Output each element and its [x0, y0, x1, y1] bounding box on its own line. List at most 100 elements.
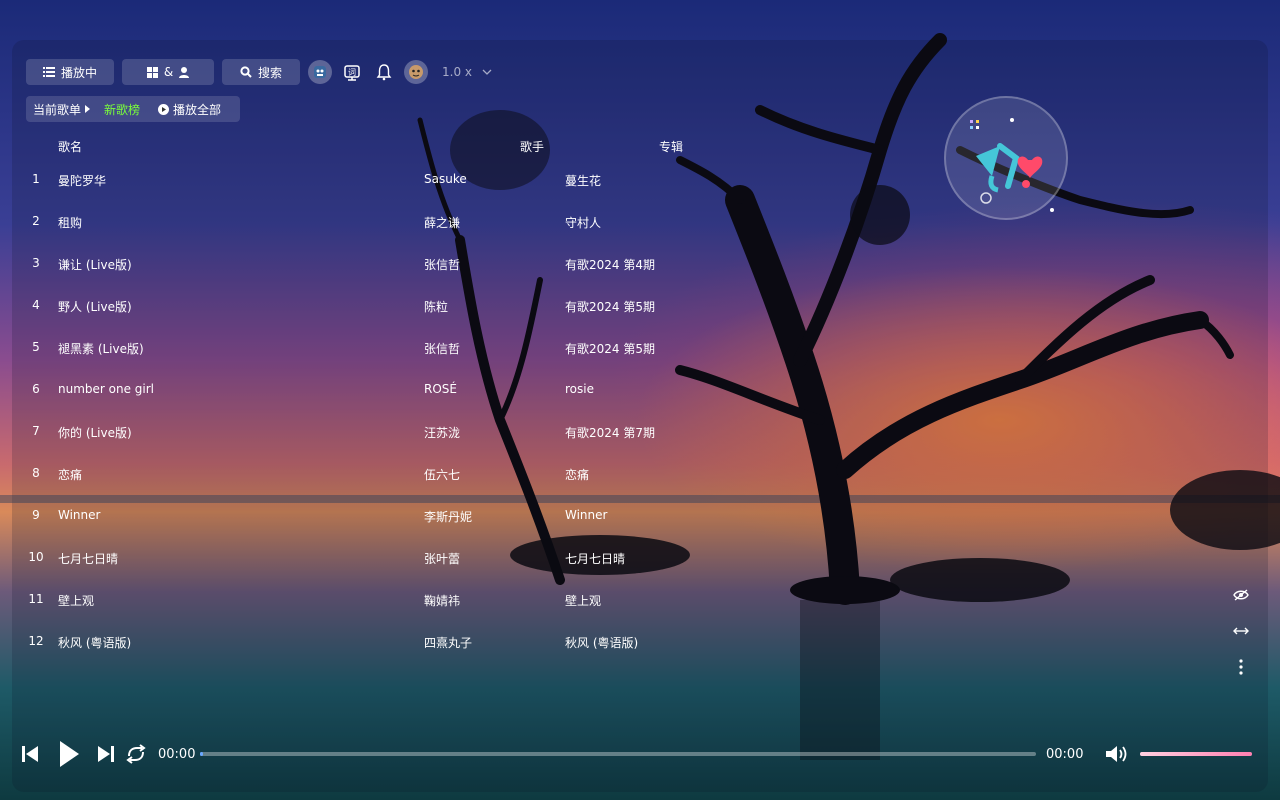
current-playlist-toggle[interactable]: 当前歌单	[26, 101, 91, 118]
volume-icon	[1106, 746, 1127, 762]
song-album[interactable]: 七月七日晴	[565, 550, 625, 567]
search-label: 搜索	[257, 65, 282, 80]
song-row[interactable]: 11 壁上观 鞠婧祎 壁上观	[0, 578, 1280, 620]
song-name: Winner	[58, 508, 101, 522]
song-name: 你的 (Live版)	[58, 426, 132, 440]
song-artist[interactable]: Sasuke	[424, 172, 467, 186]
song-album[interactable]: 恋痛	[565, 466, 589, 483]
volume-button[interactable]	[1104, 744, 1130, 764]
song-artist[interactable]: 四熹丸子	[424, 634, 472, 651]
song-album[interactable]: 有歌2024 第7期	[565, 424, 655, 441]
song-index: 1	[32, 172, 40, 186]
repeat-icon	[126, 744, 146, 764]
play-all-label: 播放全部	[173, 102, 222, 117]
play-icon	[60, 741, 79, 767]
song-row[interactable]: 2 租购 薛之谦 守村人	[0, 200, 1280, 242]
song-list: 1 曼陀罗华 Sasuke 蔓生花 2 租购 薛之谦 守村人 3 谦让 (Live版) 张信哲 有歌2…	[0, 158, 1280, 680]
song-row[interactable]: 10 七月七日晴 张叶蕾 七月七日晴	[0, 536, 1280, 578]
avatar-button[interactable]	[308, 60, 332, 84]
previous-button[interactable]	[18, 744, 42, 764]
song-artist[interactable]: ROSÉ	[424, 382, 457, 396]
song-name: 褪黑素 (Live版)	[58, 342, 144, 356]
progress-slider[interactable]	[200, 752, 1036, 756]
song-index: 11	[28, 592, 44, 606]
song-artist[interactable]: 张叶蕾	[424, 550, 460, 567]
song-name: 租购	[58, 216, 83, 230]
song-row[interactable]: 4 野人 (Live版) 陈粒 有歌2024 第5期	[0, 284, 1280, 326]
song-artist[interactable]: 陈粒	[424, 298, 448, 315]
swap-horizontal-icon	[1233, 627, 1249, 635]
song-row[interactable]: 6 number one girl ROSÉ rosie	[0, 368, 1280, 410]
song-artist[interactable]: 张信哲	[424, 256, 460, 273]
next-button[interactable]	[94, 744, 118, 764]
column-header-artist: 歌手	[520, 140, 545, 154]
song-album[interactable]: 蔓生花	[565, 172, 601, 189]
song-index: 8	[32, 466, 40, 480]
song-album[interactable]: 有歌2024 第5期	[565, 340, 655, 357]
column-header-name: 歌名	[58, 140, 83, 154]
song-row[interactable]: 7 你的 (Live版) 汪苏泷 有歌2024 第7期	[0, 410, 1280, 452]
svg-text:词: 词	[348, 68, 356, 77]
total-time: 00:00	[1046, 746, 1084, 762]
list-icon	[42, 67, 55, 77]
volume-fill	[1140, 752, 1252, 756]
mascot-icon	[409, 65, 423, 79]
song-row[interactable]: 12 秋风 (粤语版) 四熹丸子 秋风 (粤语版)	[0, 620, 1280, 662]
song-name: 七月七日晴	[58, 552, 119, 566]
lyrics-button[interactable]: 词	[340, 60, 364, 84]
player-bar: 00:00 00:00	[18, 738, 1262, 770]
song-album[interactable]: 秋风 (粤语版)	[565, 634, 638, 651]
skip-next-icon	[98, 746, 114, 762]
avatar-icon	[314, 66, 326, 78]
active-playlist[interactable]: 新歌榜	[104, 101, 140, 118]
library-user-button[interactable]: &	[122, 59, 214, 85]
song-album[interactable]: rosie	[565, 382, 594, 396]
song-album[interactable]: Winner	[565, 508, 607, 522]
playback-speed-selector[interactable]: 1.0 x	[442, 65, 492, 79]
song-row[interactable]: 1 曼陀罗华 Sasuke 蔓生花	[0, 158, 1280, 200]
song-list-header: 歌名 歌手 专辑	[0, 138, 1280, 154]
song-index: 2	[32, 214, 40, 228]
song-album[interactable]: 有歌2024 第4期	[565, 256, 655, 273]
mascot-button[interactable]	[404, 60, 428, 84]
swap-layout-button[interactable]	[1230, 620, 1252, 642]
repeat-button[interactable]	[124, 744, 148, 764]
library-label: &	[163, 65, 174, 79]
play-all-button[interactable]: 播放全部	[158, 101, 221, 118]
song-artist[interactable]: 薛之谦	[424, 214, 460, 231]
more-vertical-icon	[1239, 659, 1243, 675]
song-row[interactable]: 5 褪黑素 (Live版) 张信哲 有歌2024 第5期	[0, 326, 1280, 368]
now-playing-button[interactable]: 播放中	[26, 59, 114, 85]
song-index: 12	[28, 634, 44, 648]
search-button[interactable]: 搜索	[222, 59, 300, 85]
song-album[interactable]: 壁上观	[565, 592, 601, 609]
song-artist[interactable]: 汪苏泷	[424, 424, 460, 441]
song-artist[interactable]: 鞠婧祎	[424, 592, 460, 609]
notification-button[interactable]	[372, 60, 396, 84]
song-index: 7	[32, 424, 40, 438]
song-name: 秋风 (粤语版)	[58, 636, 132, 650]
song-row[interactable]: 8 恋痛 伍六七 恋痛	[0, 452, 1280, 494]
hide-lyrics-button[interactable]	[1230, 584, 1252, 606]
skip-previous-icon	[22, 746, 38, 762]
song-album[interactable]: 守村人	[565, 214, 601, 231]
more-options-button[interactable]	[1230, 656, 1252, 678]
song-name: number one girl	[58, 382, 155, 396]
song-index: 5	[32, 340, 40, 354]
column-header-album: 专辑	[659, 140, 684, 154]
song-row[interactable]: 9 Winner 李斯丹妮 Winner	[0, 494, 1280, 536]
volume-slider[interactable]	[1140, 752, 1252, 756]
song-artist[interactable]: 张信哲	[424, 340, 460, 357]
song-row[interactable]: 3 谦让 (Live版) 张信哲 有歌2024 第4期	[0, 242, 1280, 284]
song-index: 3	[32, 256, 40, 270]
song-index: 4	[32, 298, 40, 312]
song-album[interactable]: 有歌2024 第5期	[565, 298, 655, 315]
app-logo[interactable]	[944, 96, 1068, 220]
chevron-down-icon	[482, 69, 492, 75]
song-artist[interactable]: 伍六七	[424, 466, 460, 483]
song-index: 6	[32, 382, 40, 396]
song-artist[interactable]: 李斯丹妮	[424, 508, 472, 525]
play-button[interactable]	[52, 740, 86, 768]
lyrics-icon: 词	[344, 65, 360, 81]
now-playing-label: 播放中	[60, 65, 97, 80]
